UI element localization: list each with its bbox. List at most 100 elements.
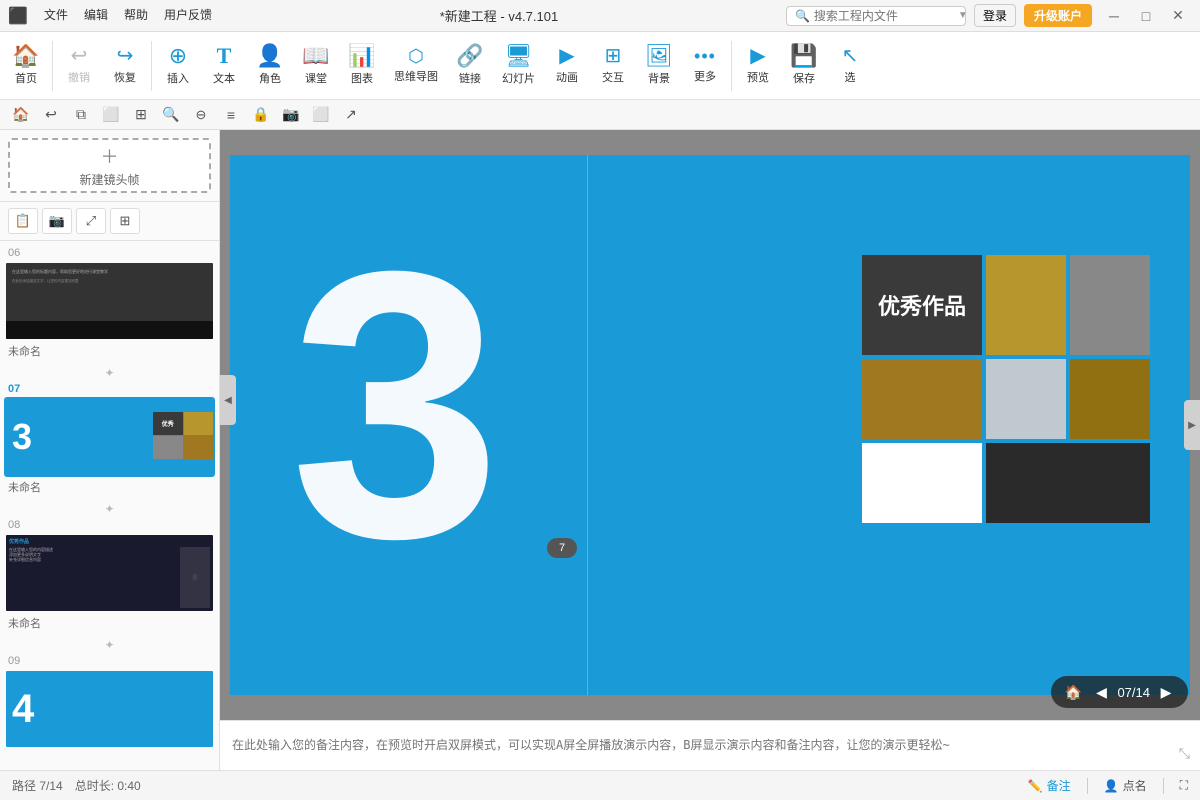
grid-cell-gray-1	[1070, 255, 1150, 355]
slide-06-bottom	[6, 321, 213, 339]
slide-item-08[interactable]: 08 优秀作品 在这里输入您的内容描述 添加更多说明文字 补充详细信息内容 图	[4, 517, 215, 633]
slide-thumb-09[interactable]: 4	[4, 669, 215, 749]
canvas-big-number: 3	[290, 215, 501, 595]
tool-redo[interactable]: ↪ 恢复	[103, 42, 147, 89]
close-button[interactable]: ✕	[1164, 6, 1192, 26]
slide-name-06: 未命名	[4, 341, 215, 361]
sec-frame-btn[interactable]: ⬜	[98, 102, 124, 128]
search-dropdown-icon[interactable]: ▼	[958, 10, 968, 21]
slide-name-07: 未命名	[4, 477, 215, 497]
tool-chart[interactable]: 📊 图表	[340, 41, 384, 90]
canvas-grid[interactable]: 优秀作品	[862, 255, 1150, 523]
slide-number-08: 08	[4, 517, 215, 533]
tool-animation[interactable]: ▶ 动画	[545, 42, 589, 89]
tool-home[interactable]: 🏠 首页	[4, 41, 48, 90]
layout-button[interactable]: ⊞	[110, 208, 140, 234]
statusbar-divider	[1087, 778, 1088, 794]
statusbar: 路径 7/14 总时长: 0:40 ✏️ 备注 👤 点名 ⛶	[0, 770, 1200, 800]
nav-home-button[interactable]: 🏠	[1061, 680, 1085, 704]
slide-thumb-08[interactable]: 优秀作品 在这里输入您的内容描述 添加更多说明文字 补充详细信息内容 图	[4, 533, 215, 613]
minimize-button[interactable]: ─	[1100, 6, 1128, 26]
search-box[interactable]: 🔍 ▼	[786, 6, 966, 26]
more-icon: •••	[694, 47, 716, 65]
tool-mindmap[interactable]: ⬡ 思维导图	[386, 43, 446, 88]
sec-copy-btn[interactable]: ⧉	[68, 102, 94, 128]
statusbar-left: 路径 7/14 总时长: 0:40	[12, 777, 141, 794]
sidebar-tools: 📋 📷 ⤢ ⊞	[0, 202, 219, 241]
slide-item-07[interactable]: 07 3 优秀	[4, 381, 215, 497]
tool-text[interactable]: T 文本	[202, 41, 246, 90]
slide-thumb-06[interactable]: 在这里输入您的标题内容，帮助您更好地进行课堂教学 在此处添加描述文字，让您的内容…	[4, 261, 215, 341]
point-button[interactable]: 👤 点名	[1104, 777, 1147, 794]
sidebar-top: ＋ 新建镜头帧	[0, 130, 219, 202]
tool-chart-label: 图表	[351, 70, 373, 86]
slide-item-06[interactable]: 06 在这里输入您的标题内容，帮助您更好地进行课堂教学 在此处添加描述文字，让您…	[4, 245, 215, 361]
redo-icon: ↪	[117, 46, 134, 66]
notes-expand-icon[interactable]: ⤡	[1179, 745, 1190, 762]
tool-slideshow[interactable]: 🖥 幻灯片	[494, 41, 543, 90]
tool-undo[interactable]: ↩ 撤销	[57, 42, 101, 89]
statusbar-divider-2	[1163, 778, 1164, 794]
tool-role-label: 角色	[259, 70, 281, 86]
sec-align-btn[interactable]: ≡	[218, 102, 244, 128]
slide-item-09[interactable]: 09 4	[4, 653, 215, 753]
sec-zoom-out-btn[interactable]: ⊖	[188, 102, 214, 128]
tool-more[interactable]: ••• 更多	[683, 43, 727, 88]
tool-lesson[interactable]: 📖 课堂	[294, 41, 338, 90]
restore-button[interactable]: □	[1132, 6, 1160, 26]
collapse-sidebar-button[interactable]: ◀	[220, 375, 236, 425]
tool-background[interactable]: 🖼 背景	[637, 41, 681, 90]
tool-lesson-label: 课堂	[305, 70, 327, 86]
menu-edit[interactable]: 编辑	[84, 6, 108, 26]
tool-interact[interactable]: ⊞ 交互	[591, 42, 635, 89]
statusbar-right: ✏️ 备注 👤 点名 ⛶	[1028, 777, 1188, 794]
camera-button[interactable]: 📷	[42, 208, 72, 234]
sec-frame2-btn[interactable]: ⬜	[308, 102, 334, 128]
new-frame-button[interactable]: ＋ 新建镜头帧	[8, 138, 211, 193]
bubble-7: 7	[547, 538, 577, 558]
fullscreen-icon[interactable]: ⛶	[1180, 778, 1188, 793]
tool-save[interactable]: 💾 保存	[782, 41, 826, 90]
slide-number-06: 06	[4, 245, 215, 261]
app-title: *新建工程 - v4.7.101	[440, 6, 559, 25]
nav-next-button[interactable]: ▶	[1154, 680, 1178, 704]
insert-icon: ⊕	[169, 45, 187, 67]
menu-feedback[interactable]: 用户反馈	[164, 6, 212, 26]
sec-zoom-in-btn[interactable]: 🔍	[158, 102, 184, 128]
slide-list: 06 在这里输入您的标题内容，帮助您更好地进行课堂教学 在此处添加描述文字，让您…	[0, 241, 219, 770]
sec-camera-btn[interactable]: 📷	[278, 102, 304, 128]
grid-cell-dark	[986, 443, 1150, 523]
tool-select[interactable]: ↖ 选	[828, 42, 872, 89]
copy-frame-button[interactable]: 📋	[8, 208, 38, 234]
notes-input[interactable]	[232, 728, 1188, 764]
note-button[interactable]: ✏️ 备注	[1028, 777, 1071, 794]
tool-insert[interactable]: ⊕ 插入	[156, 41, 200, 90]
note-icon: ✏️	[1028, 779, 1043, 793]
tool-home-label: 首页	[15, 70, 37, 86]
upgrade-button[interactable]: 升级账户	[1024, 4, 1092, 27]
sec-export-btn[interactable]: ↗	[338, 102, 364, 128]
separator-2: ✦	[4, 501, 215, 517]
sec-grid-btn[interactable]: ⊞	[128, 102, 154, 128]
tool-insert-label: 插入	[167, 70, 189, 86]
canvas-area: 3 优秀作品 7	[220, 130, 1200, 770]
tool-preview[interactable]: ▶ 预览	[736, 42, 780, 89]
new-frame-label: 新建镜头帧	[79, 171, 139, 188]
sec-lock-btn[interactable]: 🔒	[248, 102, 274, 128]
tool-role[interactable]: 👤 角色	[248, 41, 292, 90]
slide-thumb-07[interactable]: 3 优秀	[4, 397, 215, 477]
menu-help[interactable]: 帮助	[124, 6, 148, 26]
resize-button[interactable]: ⤢	[76, 208, 106, 234]
nav-prev-button[interactable]: ◀	[1089, 680, 1113, 704]
sec-undo-btn[interactable]: ↩	[38, 102, 64, 128]
sec-home-btn[interactable]: 🏠	[8, 102, 34, 128]
login-button[interactable]: 登录	[974, 4, 1016, 27]
grid-title-text: 优秀作品	[878, 289, 966, 321]
expand-right-button[interactable]: ▶	[1184, 400, 1200, 450]
slide-path-info: 路径 7/14	[12, 777, 63, 794]
search-input[interactable]	[814, 9, 954, 23]
tool-link[interactable]: 🔗 链接	[448, 41, 492, 90]
slide-canvas[interactable]: 3 优秀作品 7	[230, 155, 1190, 695]
menu-file[interactable]: 文件	[44, 6, 68, 26]
toolbar-divider-3	[731, 41, 732, 91]
